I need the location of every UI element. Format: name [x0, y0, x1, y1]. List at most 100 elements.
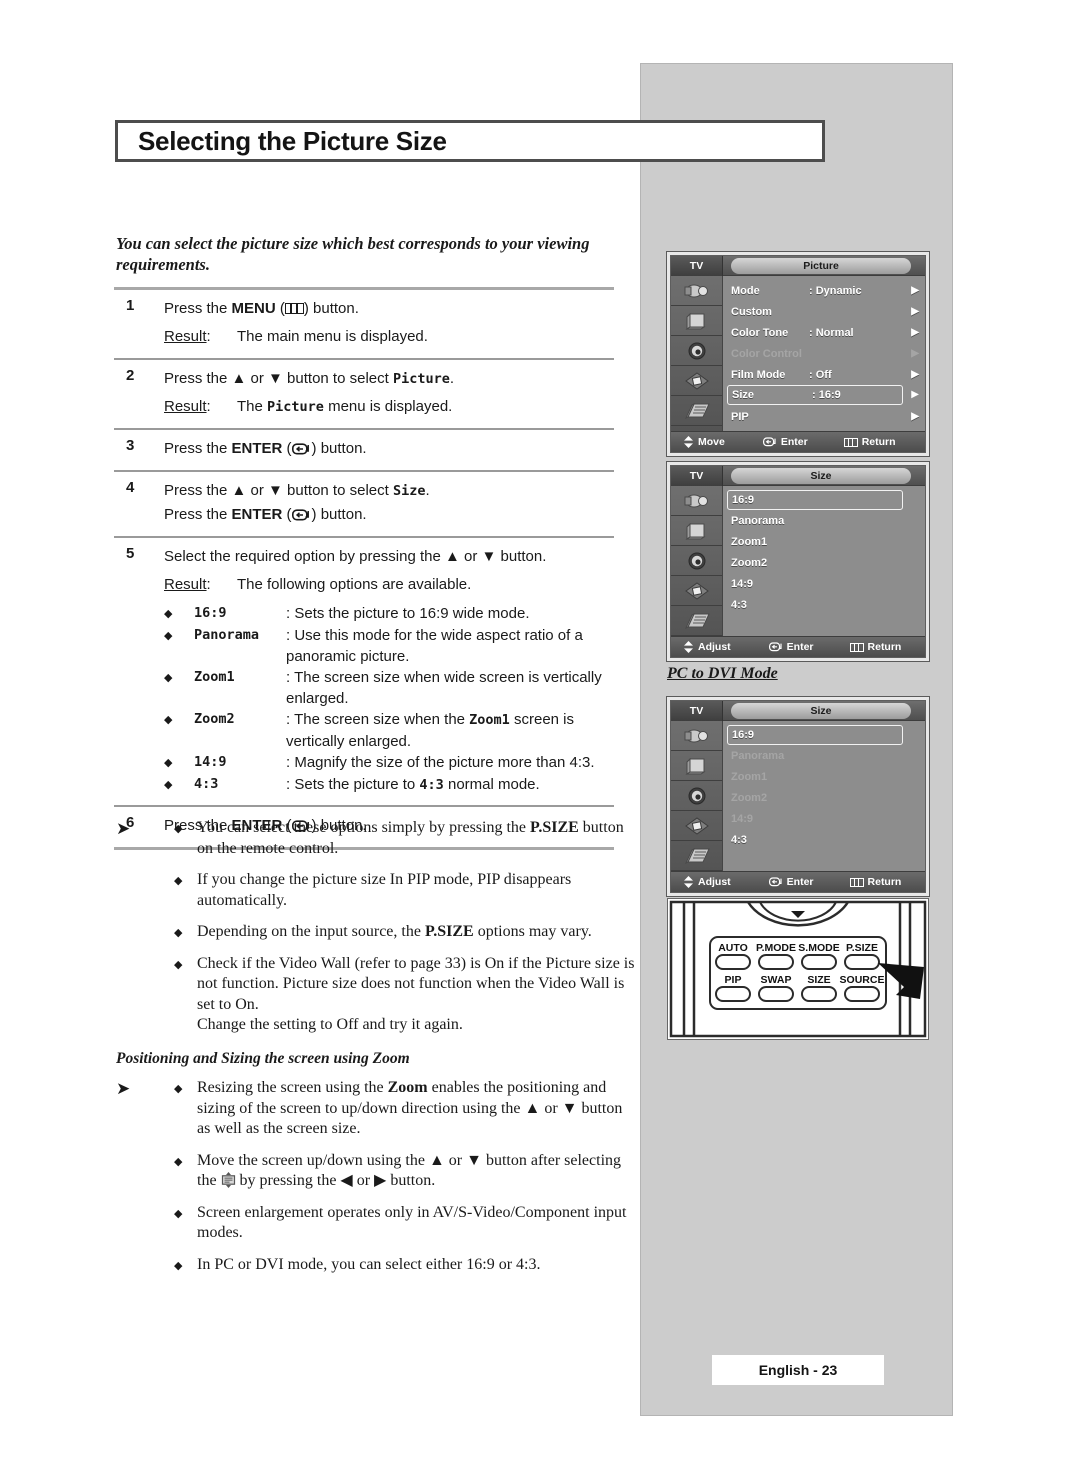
result-text: The following options are available.: [237, 576, 472, 593]
osd-item-label: 14:9: [731, 812, 754, 825]
osd-footer-enter: Enter: [768, 876, 814, 888]
osd-item-label: Zoom2: [731, 791, 768, 804]
input-source-icon: [671, 276, 722, 306]
page-title-box: Selecting the Picture Size: [115, 120, 825, 162]
osd-item-label: 16:9: [732, 494, 755, 506]
result-text-tail: menu is displayed.: [323, 398, 453, 415]
step-number: 1: [126, 297, 135, 314]
osd-item-value: : Dynamic: [809, 284, 862, 297]
osd-footer-label: Adjust: [698, 876, 731, 888]
note-text-pre: Resizing the screen using the: [197, 1079, 388, 1096]
page-title: Selecting the Picture Size: [138, 125, 447, 156]
osd-source-label: TV: [671, 701, 723, 721]
note-text: Move the screen up/down using the ▲ or ▼…: [197, 1151, 636, 1192]
step-text-tail: ) button.: [311, 506, 367, 523]
option-ref-zoom1: Zoom1: [469, 712, 510, 728]
osd-size-option-zoom2[interactable]: Zoom2: [723, 552, 925, 573]
note-arrow-spacer: [116, 1255, 174, 1276]
osd-footer-enter: Enter: [762, 436, 808, 448]
diamond-bullet-icon: ◆: [164, 714, 173, 726]
pip-icon: [671, 841, 722, 871]
option-desc: : Use this mode for the wide aspect rati…: [286, 627, 583, 665]
osd-size-option-14-9[interactable]: 14:9: [723, 573, 925, 594]
remote-svg: AUTO P.MODE S.MODE P.SIZE PIP SWAP SIZE …: [669, 900, 927, 1038]
osd-header: TV Size: [671, 466, 925, 486]
osd-size-option-4-3[interactable]: 4:3: [723, 829, 925, 850]
osd-item-film-mode[interactable]: Film Mode : Off ▶: [723, 364, 925, 385]
osd-item-color-tone[interactable]: Color Tone : Normal ▶: [723, 322, 925, 343]
osd-item-size[interactable]: Size : 16:9: [727, 385, 903, 405]
enter-icon: [291, 509, 312, 521]
step-instruction: Press the ▲ or ▼ button to select Size.: [164, 479, 614, 503]
osd-size-option-zoom1[interactable]: Zoom1: [723, 531, 925, 552]
menu-name-size: Size: [392, 483, 426, 499]
chevron-right-icon: ▶: [911, 411, 919, 422]
osd-size-option-16-9[interactable]: 16:9: [727, 725, 903, 745]
step-number: 3: [126, 437, 135, 454]
osd-item-custom[interactable]: Custom ▶: [723, 301, 925, 322]
osd-item-mode[interactable]: Mode : Dynamic ▶: [723, 280, 925, 301]
step-text-tail: .: [425, 482, 430, 499]
note-item: ◆ Depending on the input source, the P.S…: [116, 922, 636, 943]
step-number: 5: [126, 545, 135, 562]
osd-item-label: Film Mode: [731, 368, 786, 381]
step-result: Result: The Picture menu is displayed.: [164, 398, 453, 415]
note-arrow-spacer: [116, 1151, 174, 1192]
osd-item-label: 16:9: [732, 729, 755, 741]
step-instruction: Press the MENU () button.: [164, 300, 359, 317]
option-desc-text: Sets the picture to: [294, 776, 420, 793]
option-item: ◆ Zoom2 : The screen size when the Zoom1…: [164, 709, 614, 752]
osd-item-label: Size: [732, 389, 755, 401]
osd-item-color-control: Color Control ▶: [723, 343, 925, 364]
osd-footer-return: Return: [849, 876, 901, 888]
option-name: 4:3: [194, 776, 219, 792]
input-source-icon: [671, 486, 722, 516]
osd-item-label: Color Tone: [731, 326, 789, 339]
menu-button-label: MENU: [231, 300, 276, 317]
osd-item-label: Mode: [731, 284, 760, 297]
chevron-right-icon: ▶: [911, 285, 919, 296]
osd-footer-label: Return: [861, 436, 896, 448]
notes-list-2: ➤ ◆ Resizing the screen using the Zoom e…: [116, 1078, 636, 1275]
remote-label-smode: S.MODE: [798, 942, 839, 954]
option-desc-text: Magnify the size of the picture more tha…: [294, 754, 595, 771]
osd-size-option-16-9[interactable]: 16:9: [727, 490, 903, 510]
sound-icon: [671, 781, 722, 811]
osd-size-option-4-3[interactable]: 4:3: [723, 594, 925, 615]
option-desc: : Sets the picture to 4:3 normal mode.: [286, 776, 540, 793]
osd-footer: Move Enter Return: [671, 431, 925, 452]
menu-icon: [849, 877, 864, 887]
note-arrow-spacer: [116, 922, 174, 943]
osd-item-label: 4:3: [731, 598, 747, 611]
note-text: If you change the picture size In PIP mo…: [197, 871, 572, 909]
diamond-bullet-icon: ◆: [164, 779, 173, 791]
note-item: ➤ ◆ Resizing the screen using the Zoom e…: [116, 1078, 636, 1140]
remote-label-size: SIZE: [807, 974, 830, 986]
osd-item-pip[interactable]: PIP ▶: [723, 406, 925, 427]
osd-item-label: Zoom1: [731, 770, 768, 783]
option-desc-tail: normal mode.: [443, 776, 540, 793]
osd-size-option-panorama[interactable]: Panorama: [723, 510, 925, 531]
osd-size-option-zoom1: Zoom1: [723, 766, 925, 787]
size-option-list: ◆ 16:9 : Sets the picture to 16:9 wide m…: [164, 603, 614, 796]
osd-footer: Adjust Enter Return: [671, 871, 925, 892]
osd-footer-move: Move: [683, 436, 725, 448]
note-text-pre: Check if the Video Wall (refer to page 3…: [197, 954, 635, 1013]
remote-control-illustration: AUTO P.MODE S.MODE P.SIZE PIP SWAP SIZE …: [667, 898, 929, 1040]
remote-label-pip: PIP: [725, 974, 742, 986]
note-item: ◆ Screen enlargement operates only in AV…: [116, 1203, 636, 1244]
note-arrow-icon: ➤: [116, 819, 131, 838]
step-text: Press the ▲ or ▼ button to select: [164, 370, 393, 387]
step-number: 2: [126, 367, 135, 384]
note-text: Depending on the input source, the P.SIZ…: [197, 922, 636, 943]
osd-footer: Adjust Enter Return: [671, 636, 925, 657]
step-4: 4 Press the ▲ or ▼ button to select Size…: [114, 472, 614, 536]
note-text-pre: Depending on the input source, the: [197, 923, 425, 940]
step-number: 4: [126, 479, 135, 496]
osd-footer-return: Return: [843, 436, 896, 448]
osd-footer-label: Enter: [786, 641, 814, 653]
osd-menu-items: 16:9 Panorama Zoom1 Zoom2 14:9 4:3: [723, 486, 925, 636]
osd-title: Picture: [731, 258, 911, 274]
updown-box-icon: [221, 1172, 236, 1188]
option-desc: : The screen size when wide screen is ve…: [286, 669, 602, 707]
